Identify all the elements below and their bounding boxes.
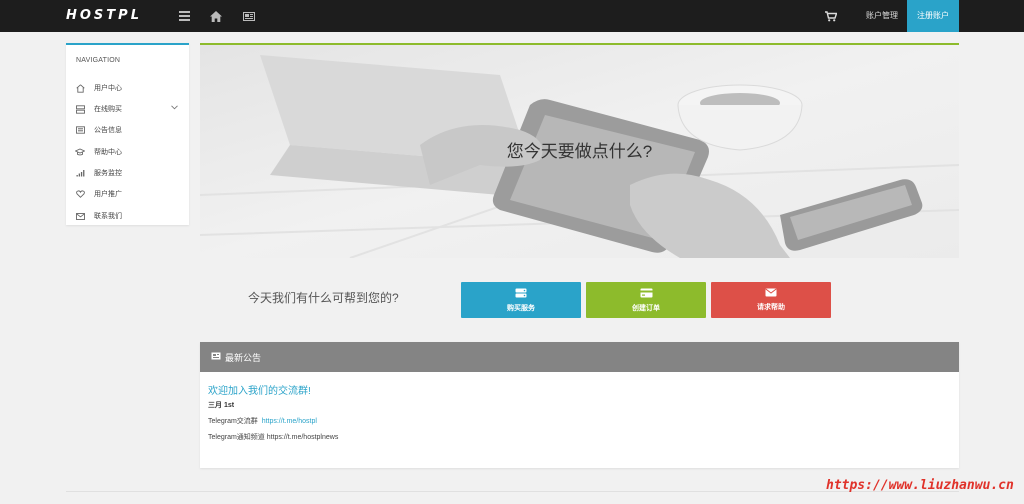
- signal-icon: [75, 168, 85, 178]
- request-help-label: 请求帮助: [757, 304, 785, 311]
- sidebar-navigation: NAVIGATION 用户中心 在线购买 公告信息 帮助中心 服务监控 用户推广…: [66, 43, 189, 225]
- sidebar-item-label: 服务监控: [94, 170, 122, 177]
- announcement-line: Telegram通知频道 https://t.me/hostplnews: [208, 432, 338, 442]
- buy-service-button[interactable]: 购买服务: [461, 282, 581, 318]
- sidebar-item-announcements[interactable]: 公告信息: [66, 121, 189, 139]
- announcements-header-label: 最新公告: [225, 352, 262, 363]
- sidebar-item-contact-us[interactable]: 联系我们: [66, 207, 189, 225]
- sidebar-item-help-center[interactable]: 帮助中心: [66, 143, 189, 161]
- home-icon[interactable]: [208, 8, 224, 24]
- announcements-header: 最新公告: [200, 342, 959, 372]
- announcement-line-text: Telegram交流群: [208, 418, 258, 425]
- sidebar-item-user-center[interactable]: 用户中心: [66, 79, 189, 97]
- sidebar-item-label: 在线购买: [94, 106, 122, 113]
- telegram-group-link[interactable]: https://t.me/hostpl: [262, 418, 317, 425]
- top-navbar: HOSTPL 账户管理 注册账户: [0, 0, 1024, 32]
- sidebar-item-buy-online[interactable]: 在线购买: [66, 100, 189, 118]
- announcement-line-text: Telegram通知频道 https://t.me/hostplnews: [208, 434, 339, 441]
- chevron-down-icon[interactable]: [171, 105, 178, 112]
- envelope-icon: [765, 288, 777, 299]
- newspaper-icon[interactable]: [241, 8, 257, 24]
- graduation-cap-icon: [75, 147, 85, 157]
- server-icon: [75, 104, 85, 114]
- buy-service-label: 购买服务: [507, 304, 535, 312]
- account-management-link[interactable]: 账户管理: [866, 0, 898, 32]
- request-help-button[interactable]: 请求帮助: [711, 282, 831, 318]
- heart-icon: [75, 189, 85, 199]
- hero-banner: 您今天要做点什么?: [200, 43, 959, 258]
- hero-title: 您今天要做点什么?: [506, 142, 653, 161]
- sidebar-item-service-monitor[interactable]: 服务监控: [66, 164, 189, 182]
- sidebar-item-user-promotion[interactable]: 用户推广: [66, 185, 189, 203]
- announcement-date: 三月 1st: [208, 402, 235, 409]
- site-logo[interactable]: HOSTPL: [66, 8, 142, 23]
- sidebar-item-label: 用户推广: [94, 191, 122, 198]
- announcement-title-link[interactable]: 欢迎加入我们的交流群!: [208, 382, 311, 397]
- announcement-line: Telegram交流群 https://t.me/hostpl: [208, 416, 317, 426]
- cart-icon[interactable]: [823, 8, 839, 24]
- help-prompt: 今天我们有什么可帮到您的?: [248, 291, 399, 305]
- home-icon: [75, 83, 85, 93]
- sidebar-item-label: 联系我们: [94, 213, 122, 220]
- sidebar-title: NAVIGATION: [76, 57, 121, 64]
- menu-toggle-icon[interactable]: [176, 8, 192, 24]
- register-account-button[interactable]: 注册账户: [907, 0, 959, 32]
- newspaper-icon: [75, 125, 85, 135]
- server-icon: [515, 288, 527, 300]
- create-order-button[interactable]: 创建订单: [586, 282, 706, 318]
- credit-card-icon: [640, 288, 653, 300]
- announcements-panel: 最新公告 欢迎加入我们的交流群! 三月 1st Telegram交流群 http…: [200, 342, 959, 468]
- sidebar-item-label: 公告信息: [94, 127, 122, 134]
- sidebar-item-label: 帮助中心: [94, 149, 122, 156]
- sidebar-item-label: 用户中心: [94, 85, 122, 92]
- envelope-icon: [75, 211, 85, 221]
- create-order-label: 创建订单: [632, 304, 660, 312]
- watermark: https://www.liuzhanwu.cn: [826, 478, 1014, 493]
- newspaper-icon: [211, 352, 221, 362]
